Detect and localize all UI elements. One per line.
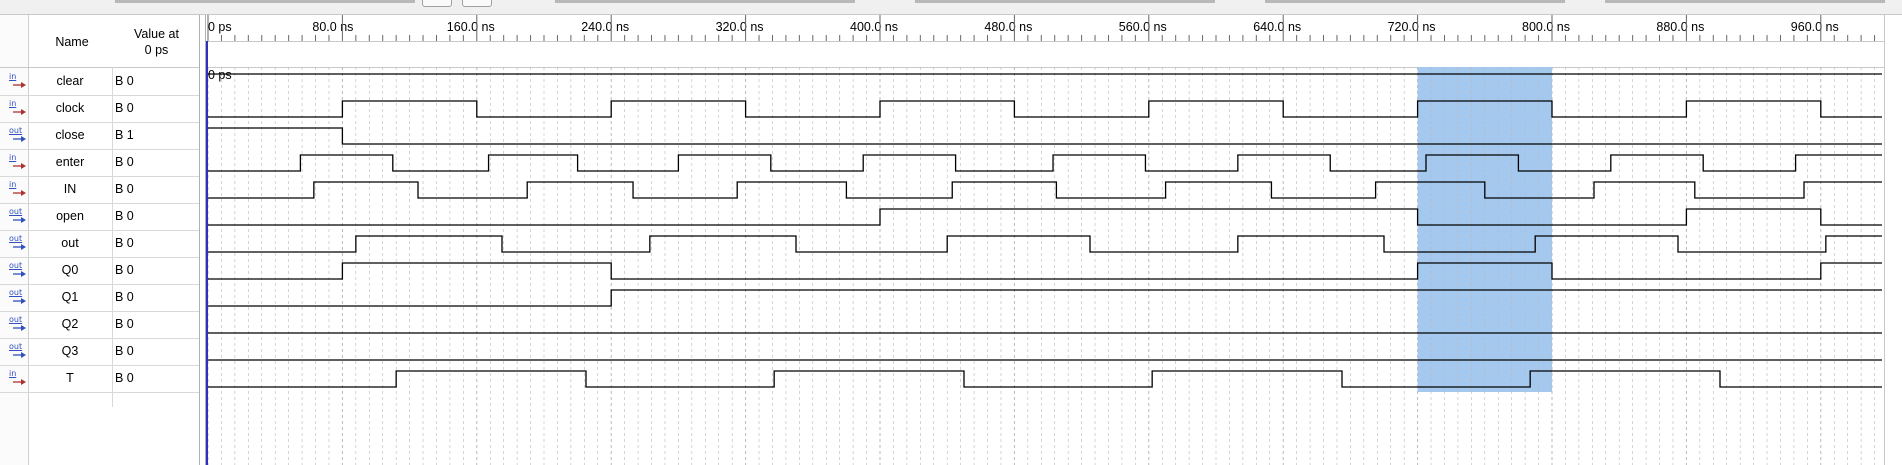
output-pin-icon: out	[9, 234, 28, 253]
input-pin-icon: in	[9, 99, 28, 118]
signal-value: B 0	[115, 101, 134, 115]
right-gutter	[1884, 15, 1902, 465]
toolbar-button[interactable]	[422, 0, 452, 7]
signal-name: T	[66, 371, 74, 385]
value-column-header-line2: 0 ps	[144, 43, 169, 57]
waveform-panel[interactable]: 0 ps 80.0 ns 160.0 ns 240.0 ns 320.0 ns 400.0…	[205, 15, 1885, 465]
signal-value: B 0	[115, 182, 134, 196]
signal-row-q3[interactable]: out Q3 B 0	[0, 338, 199, 366]
pin-direction-label: out	[9, 234, 23, 243]
signal-value: B 0	[115, 290, 134, 304]
signal-name: close	[55, 128, 85, 142]
signal-name: open	[56, 209, 84, 223]
signal-value: B 0	[115, 236, 134, 250]
pin-direction-label: in	[9, 180, 17, 189]
output-pin-icon: out	[9, 207, 28, 226]
signal-name: Q3	[61, 344, 79, 358]
signal-row-clear[interactable]: in clear B 0	[0, 68, 199, 96]
signal-name: Q2	[61, 317, 79, 331]
signal-value: B 0	[115, 344, 134, 358]
signal-value: B 0	[115, 155, 134, 169]
signal-name: enter	[55, 155, 85, 169]
signal-value: B 0	[115, 209, 134, 223]
signal-value: B 0	[115, 317, 134, 331]
pin-direction-label: in	[9, 72, 17, 81]
signal-list-header: Name Value at 0 ps	[0, 15, 199, 68]
pin-direction-label: out	[9, 315, 23, 324]
signal-row-q2[interactable]: out Q2 B 0	[0, 311, 199, 339]
waveform-q1	[208, 289, 1882, 307]
toolbar-scroll-track	[1605, 0, 1885, 3]
value-column-header-line1[interactable]: Value at	[114, 27, 199, 41]
input-pin-icon: in	[9, 153, 28, 172]
toolbar-strip	[0, 0, 1902, 15]
input-pin-icon: in	[9, 369, 28, 388]
signal-row-t[interactable]: in T B 0	[0, 365, 199, 393]
waveform-q0	[208, 262, 1882, 280]
output-pin-icon: out	[9, 342, 28, 361]
toolbar-button[interactable]	[462, 0, 492, 7]
output-pin-icon: out	[9, 288, 28, 307]
waveform-clock	[208, 100, 1882, 118]
input-pin-icon: in	[9, 72, 28, 91]
waveform-in	[208, 181, 1882, 199]
signal-row-q0[interactable]: out Q0 B 0	[0, 257, 199, 285]
signal-row-out[interactable]: out out B 0	[0, 230, 199, 258]
waveform-open	[208, 208, 1882, 226]
pin-direction-label: out	[9, 288, 23, 297]
toolbar-scroll-track	[555, 0, 855, 3]
pin-direction-label: in	[9, 369, 17, 378]
waveform-out	[208, 235, 1882, 253]
signal-name: clear	[56, 74, 84, 88]
pin-direction-label: out	[9, 126, 23, 135]
toolbar-scroll-track	[915, 0, 1215, 3]
signal-name: out	[61, 236, 79, 250]
waveform-t	[208, 370, 1882, 388]
toolbar-scroll-track	[115, 0, 415, 3]
signal-row-close[interactable]: out close B 1	[0, 122, 199, 150]
signal-value: B 1	[115, 128, 134, 142]
signal-row-q1[interactable]: out Q1 B 0	[0, 284, 199, 312]
signal-list-panel: Name Value at 0 ps in clear B 0 in clock B 0o…	[0, 15, 200, 465]
name-column-header[interactable]: Name	[30, 35, 114, 49]
signal-value: B 0	[115, 263, 134, 277]
waveform-enter	[208, 154, 1882, 172]
signal-row-in[interactable]: in IN B 0	[0, 176, 199, 204]
signal-row-open[interactable]: out open B 0	[0, 203, 199, 231]
signal-name: Q1	[61, 290, 79, 304]
signal-name: Q0	[61, 263, 79, 277]
signal-row-clock[interactable]: in clock B 0	[0, 95, 199, 123]
output-pin-icon: out	[9, 315, 28, 334]
pin-direction-label: out	[9, 261, 23, 270]
input-pin-icon: in	[9, 180, 28, 199]
output-pin-icon: out	[9, 126, 28, 145]
signal-value: B 0	[115, 74, 134, 88]
toolbar-scroll-track	[1265, 0, 1565, 3]
pin-direction-label: in	[9, 99, 17, 108]
waveform-close	[208, 127, 1882, 145]
pin-direction-label: out	[9, 342, 23, 351]
signal-value: B 0	[115, 371, 134, 385]
waveform-canvas[interactable]	[206, 15, 1885, 465]
pin-direction-label: in	[9, 153, 17, 162]
pin-direction-label: out	[9, 207, 23, 216]
signal-name: clock	[55, 101, 85, 115]
signal-row-enter[interactable]: in enter B 0	[0, 149, 199, 177]
signal-name: IN	[63, 182, 77, 196]
output-pin-icon: out	[9, 261, 28, 280]
